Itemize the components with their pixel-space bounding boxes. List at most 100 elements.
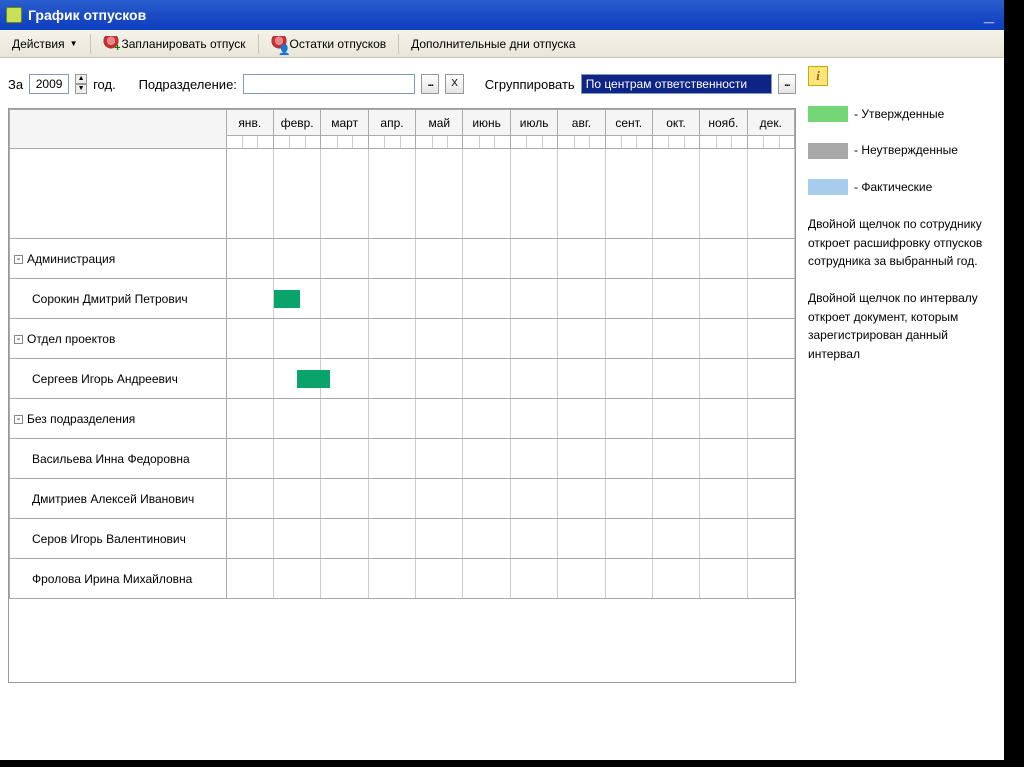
info-button[interactable]: i [808, 66, 828, 86]
gantt-cell[interactable] [747, 279, 794, 319]
gantt-cell[interactable] [321, 399, 368, 439]
gantt-cell[interactable] [368, 439, 415, 479]
gantt-cell[interactable] [605, 439, 652, 479]
gantt-cell[interactable] [368, 479, 415, 519]
gantt-cell[interactable] [700, 439, 748, 479]
employee-row[interactable]: Васильева Инна Федоровна [10, 439, 795, 479]
gantt-cell[interactable] [510, 519, 557, 559]
gantt-cell[interactable] [558, 519, 605, 559]
gantt-cell[interactable] [273, 239, 321, 279]
gantt-cell[interactable] [652, 479, 699, 519]
gantt-cell[interactable] [416, 359, 463, 399]
gantt-cell[interactable] [510, 279, 557, 319]
gantt-cell[interactable] [321, 519, 368, 559]
gantt-cell[interactable] [463, 359, 510, 399]
gantt-cell[interactable] [273, 359, 321, 399]
gantt-cell[interactable] [558, 479, 605, 519]
gantt-cell[interactable] [747, 239, 794, 279]
actions-menu[interactable]: Действия ▼ [6, 34, 84, 54]
employee-name-cell[interactable]: Сорокин Дмитрий Петрович [10, 279, 227, 319]
gantt-cell[interactable] [273, 399, 321, 439]
employee-name-cell[interactable]: Фролова Ирина Михайловна [10, 559, 227, 599]
gantt-cell[interactable] [321, 479, 368, 519]
gantt-cell[interactable] [605, 239, 652, 279]
gantt-cell[interactable] [605, 279, 652, 319]
year-down-button[interactable]: ▼ [75, 84, 87, 94]
gantt-cell[interactable] [321, 559, 368, 599]
gantt-cell[interactable] [226, 319, 273, 359]
gantt-cell[interactable] [368, 399, 415, 439]
gantt-cell[interactable] [605, 519, 652, 559]
gantt-cell[interactable] [463, 279, 510, 319]
gantt-cell[interactable] [700, 559, 748, 599]
gantt-cell[interactable] [747, 439, 794, 479]
gantt-cell[interactable] [273, 319, 321, 359]
gantt-cell[interactable] [368, 519, 415, 559]
employee-row[interactable]: Серов Игорь Валентинович [10, 519, 795, 559]
gantt-cell[interactable] [321, 279, 368, 319]
collapse-icon[interactable]: - [14, 255, 23, 264]
gantt-cell[interactable] [273, 279, 321, 319]
gantt-cell[interactable] [558, 559, 605, 599]
gantt-cell[interactable] [558, 359, 605, 399]
department-clear-button[interactable]: X [445, 74, 463, 94]
gantt-cell[interactable] [416, 479, 463, 519]
department-row[interactable]: -Администрация [10, 239, 795, 279]
gantt-cell[interactable] [226, 559, 273, 599]
gantt-cell[interactable] [700, 519, 748, 559]
gantt-cell[interactable] [652, 519, 699, 559]
gantt-cell[interactable] [747, 359, 794, 399]
gantt-cell[interactable] [416, 439, 463, 479]
gantt-cell[interactable] [747, 319, 794, 359]
employee-row[interactable]: Дмитриев Алексей Иванович [10, 479, 795, 519]
gantt-cell[interactable] [321, 359, 368, 399]
employee-name-cell[interactable]: Дмитриев Алексей Иванович [10, 479, 227, 519]
gantt-cell[interactable] [747, 559, 794, 599]
gantt-cell[interactable] [605, 359, 652, 399]
gantt-cell[interactable] [321, 439, 368, 479]
department-name-cell[interactable]: -Без подразделения [10, 399, 227, 439]
gantt-cell[interactable] [700, 279, 748, 319]
gantt-cell[interactable] [510, 439, 557, 479]
employee-row[interactable]: Фролова Ирина Михайловна [10, 559, 795, 599]
department-row[interactable]: -Отдел проектов [10, 319, 795, 359]
gantt-cell[interactable] [605, 399, 652, 439]
gantt-cell[interactable] [416, 399, 463, 439]
gantt-cell[interactable] [368, 319, 415, 359]
gantt-cell[interactable] [368, 279, 415, 319]
gantt-cell[interactable] [273, 439, 321, 479]
gantt-cell[interactable] [558, 319, 605, 359]
employee-name-cell[interactable]: Васильева Инна Федоровна [10, 439, 227, 479]
gantt-cell[interactable] [416, 239, 463, 279]
vacation-bar[interactable] [274, 290, 300, 308]
gantt-cell[interactable] [226, 439, 273, 479]
gantt-cell[interactable] [700, 359, 748, 399]
gantt-cell[interactable] [652, 239, 699, 279]
gantt-cell[interactable] [226, 279, 273, 319]
gantt-cell[interactable] [463, 399, 510, 439]
department-name-cell[interactable]: -Отдел проектов [10, 319, 227, 359]
gantt-cell[interactable] [368, 239, 415, 279]
gantt-cell[interactable] [652, 279, 699, 319]
gantt-cell[interactable] [510, 399, 557, 439]
gantt-cell[interactable] [558, 279, 605, 319]
department-lookup-button[interactable]: ... [421, 74, 439, 94]
gantt-cell[interactable] [510, 319, 557, 359]
gantt-cell[interactable] [368, 559, 415, 599]
gantt-cell[interactable] [700, 399, 748, 439]
gantt-cell[interactable] [226, 239, 273, 279]
gantt-cell[interactable] [652, 359, 699, 399]
gantt-cell[interactable] [463, 519, 510, 559]
gantt-cell[interactable] [510, 559, 557, 599]
gantt-cell[interactable] [416, 559, 463, 599]
gantt-cell[interactable] [463, 559, 510, 599]
department-row[interactable]: -Без подразделения [10, 399, 795, 439]
extra-days-button[interactable]: Дополнительные дни отпуска [405, 34, 581, 54]
gantt-cell[interactable] [558, 239, 605, 279]
collapse-icon[interactable]: - [14, 335, 23, 344]
gantt-cell[interactable] [273, 519, 321, 559]
gantt-cell[interactable] [700, 479, 748, 519]
plan-vacation-button[interactable]: Запланировать отпуск [97, 33, 252, 55]
gantt-cell[interactable] [510, 239, 557, 279]
gantt-cell[interactable] [463, 319, 510, 359]
